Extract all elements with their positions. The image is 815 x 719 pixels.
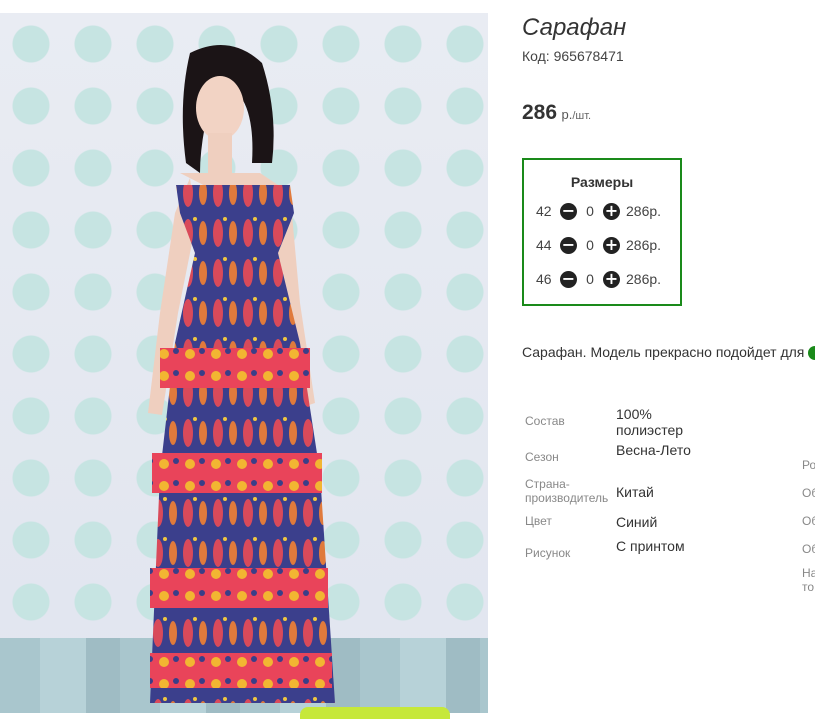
product-title: Сарафан [522, 14, 627, 41]
spec-label: Страна-производитель [525, 477, 609, 505]
minus-circle-icon[interactable]: − [560, 236, 577, 254]
size-price: 286р. [626, 237, 662, 253]
size-quantity: 0 [586, 237, 594, 253]
spec-value: 100% полиэстер [616, 406, 684, 438]
spec-label-clipped: Об [802, 486, 815, 500]
spec-label: Сезон [525, 450, 559, 464]
plus-circle-icon[interactable]: + [603, 202, 620, 220]
cart-tab[interactable] [300, 707, 450, 719]
model-illustration [148, 45, 335, 703]
spec-value: Синий [616, 514, 658, 530]
spec-label: Состав [525, 414, 565, 428]
plus-circle-icon[interactable]: + [603, 236, 620, 254]
sizes-panel: Размеры 42 − 0 + 286р. 44 − 0 + 286р. 46… [522, 158, 682, 306]
minus-circle-icon[interactable]: − [560, 202, 577, 220]
spec-label-clipped: На то [802, 566, 815, 594]
spec-label-clipped: Ро [802, 458, 815, 472]
size-row-44: 44 − 0 + 286р. [536, 235, 661, 255]
spec-label: Цвет [525, 514, 552, 528]
size-label: 42 [536, 203, 552, 219]
size-quantity: 0 [586, 203, 594, 219]
plus-circle-icon[interactable]: + [603, 270, 620, 288]
scroll-marker [808, 346, 815, 361]
size-quantity: 0 [586, 271, 594, 287]
spec-value: Весна-Лето [616, 442, 691, 458]
product-description: Сарафан. Модель прекрасно подойдет для [522, 344, 815, 361]
product-code: Код: 965678471 [522, 48, 624, 64]
spec-label-clipped: Об [802, 514, 815, 528]
spec-label: Рисунок [525, 546, 571, 560]
sizes-title: Размеры [570, 174, 634, 190]
spec-value: Китай [616, 484, 654, 500]
minus-circle-icon[interactable]: − [560, 270, 577, 288]
size-row-42: 42 − 0 + 286р. [536, 201, 661, 221]
size-row-46: 46 − 0 + 286р. [536, 269, 661, 289]
size-price: 286р. [626, 203, 662, 219]
size-price: 286р. [626, 271, 662, 287]
spec-value: С принтом [616, 538, 685, 554]
size-label: 44 [536, 237, 552, 253]
size-label: 46 [536, 271, 552, 287]
price-unit: р./шт. [561, 107, 592, 122]
price-per: /шт. [572, 110, 592, 122]
product-photo[interactable] [0, 13, 488, 713]
product-price: 286 р./шт. [522, 101, 591, 125]
spec-label-clipped: Об [802, 542, 815, 556]
price-amount: 286 [522, 101, 558, 124]
